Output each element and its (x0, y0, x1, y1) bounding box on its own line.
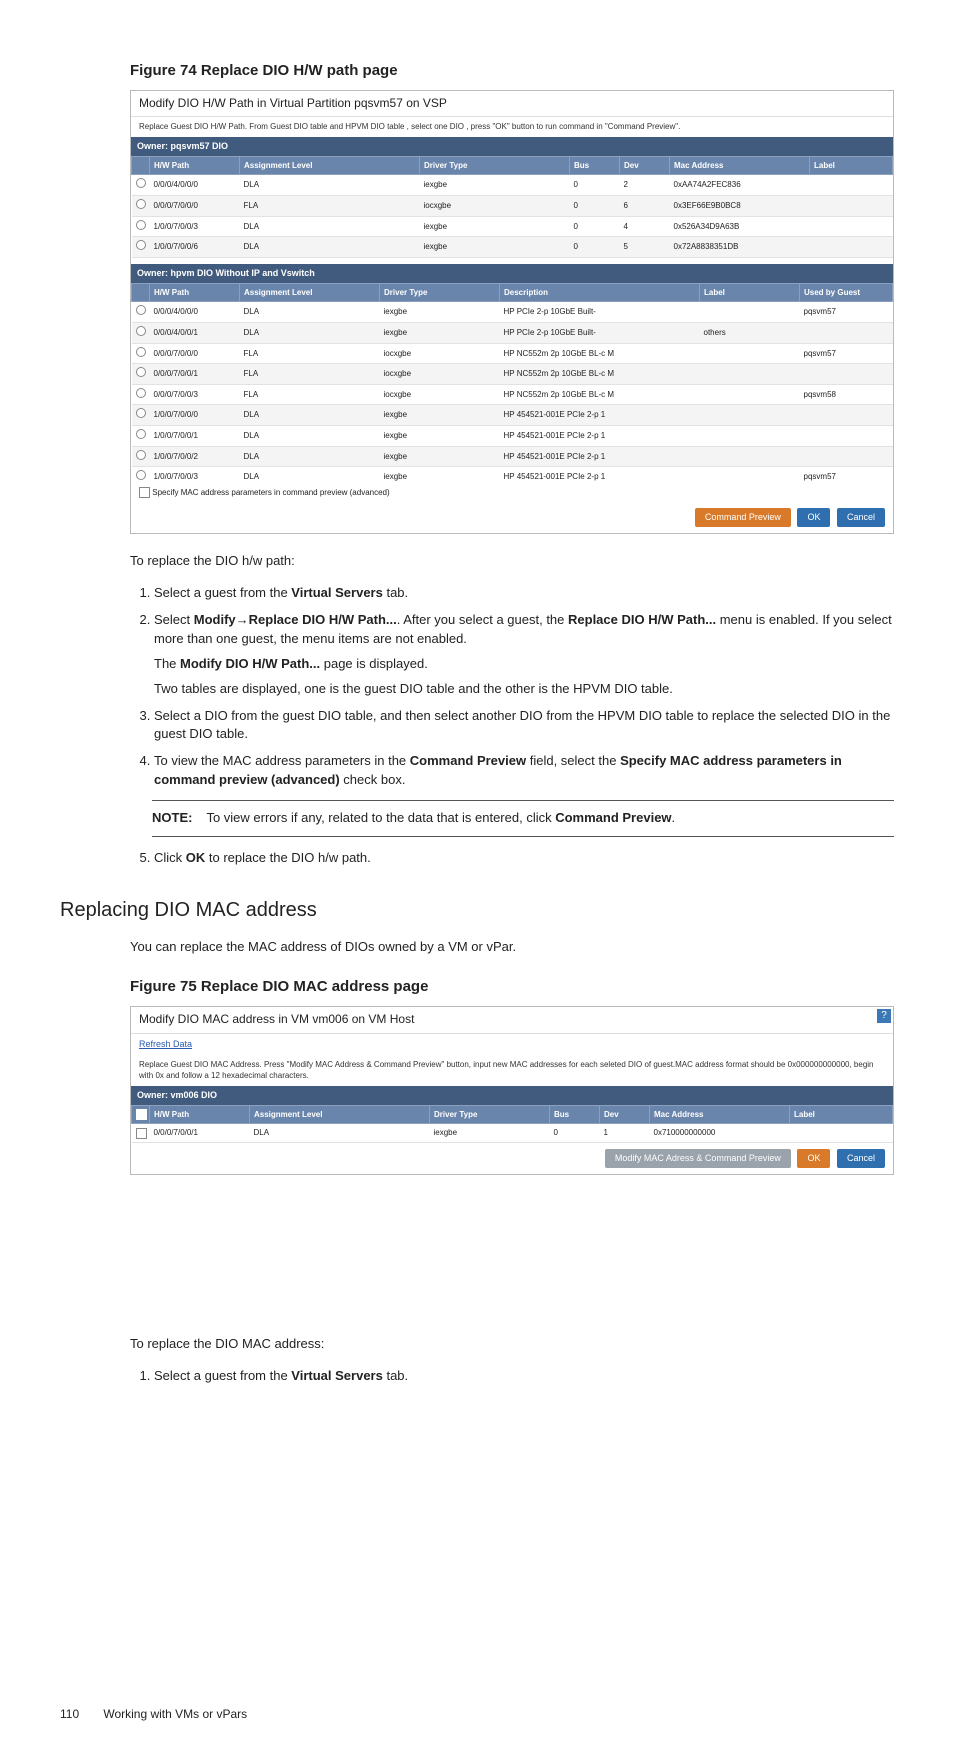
ok-button-75[interactable]: OK (797, 1149, 830, 1168)
table-row[interactable]: 1/0/0/7/0/0/1DLAiexgbeHP 454521-001E PCI… (132, 425, 893, 446)
row-radio[interactable] (136, 220, 146, 230)
col75-chk[interactable] (132, 1105, 150, 1124)
col75-hwpath[interactable]: H/W Path (150, 1105, 250, 1124)
col75-asg[interactable]: Assignment Level (250, 1105, 430, 1124)
col-bus[interactable]: Bus (570, 156, 620, 175)
col75-bus[interactable]: Bus (550, 1105, 600, 1124)
step-4: To view the MAC address parameters in th… (154, 752, 894, 790)
cancel-button[interactable]: Cancel (837, 508, 885, 527)
col75-label[interactable]: Label (790, 1105, 893, 1124)
col2-radio (132, 283, 150, 302)
lead-para-1: To replace the DIO h/w path: (130, 552, 894, 571)
owner-bar-75: Owner: vm006 DIO (131, 1086, 893, 1105)
col-radio (132, 156, 150, 175)
section-replacing-dio-mac: Replacing DIO MAC address (60, 896, 894, 925)
table-row[interactable]: 0/0/0/7/0/0/1FLAiocxgbeHP NC552m 2p 10Gb… (132, 364, 893, 385)
advanced-checkbox[interactable] (139, 487, 150, 498)
table-row[interactable]: 0/0/0/7/0/0/3FLAiocxgbeHP NC552m 2p 10Gb… (132, 384, 893, 405)
owner-bar-2: Owner: hpvm DIO Without IP and Vswitch (131, 264, 893, 283)
col-label[interactable]: Label (810, 156, 893, 175)
col2-desc[interactable]: Description (500, 283, 700, 302)
table-row[interactable]: 0/0/0/4/0/0/1DLAiexgbeHP PCIe 2-p 10GbE … (132, 322, 893, 343)
advanced-label: Specify MAC address parameters in comman… (152, 488, 389, 497)
owner-bar-1: Owner: pqsvm57 DIO (131, 137, 893, 156)
col-hwpath[interactable]: H/W Path (150, 156, 240, 175)
cancel-button-75[interactable]: Cancel (837, 1149, 885, 1168)
command-preview-button[interactable]: Command Preview (695, 508, 791, 527)
row-radio[interactable] (136, 199, 146, 209)
row-checkbox[interactable] (136, 1128, 147, 1139)
hpvm-dio-table: H/W Path Assignment Level Driver Type De… (131, 283, 893, 483)
guest-dio-table: H/W Path Assignment Level Driver Type Bu… (131, 156, 893, 258)
col75-drv[interactable]: Driver Type (430, 1105, 550, 1124)
step-1: Select a guest from the Virtual Servers … (154, 584, 894, 603)
col2-label[interactable]: Label (700, 283, 800, 302)
table-row[interactable]: 1/0/0/7/0/0/2DLAiexgbeHP 454521-001E PCI… (132, 446, 893, 467)
dialog-instruction-75: Replace Guest DIO MAC Address. Press "Mo… (131, 1055, 893, 1086)
col2-used[interactable]: Used by Guest (800, 283, 893, 302)
table-row[interactable]: 1/0/0/7/0/0/6DLAiexgbe050x72A8838351DB (132, 237, 893, 258)
col-mac[interactable]: Mac Address (670, 156, 810, 175)
table-row[interactable]: 1/0/0/7/0/0/3DLAiexgbeHP 454521-001E PCI… (132, 467, 893, 483)
row-radio[interactable] (136, 408, 146, 418)
figure74-panel: Modify DIO H/W Path in Virtual Partition… (130, 90, 894, 535)
page-number: 110 (60, 1706, 100, 1723)
col-dev[interactable]: Dev (620, 156, 670, 175)
table-row[interactable]: 1/0/0/7/0/0/3DLAiexgbe040x526A34D9A63B (132, 216, 893, 237)
dialog-title-74: Modify DIO H/W Path in Virtual Partition… (131, 91, 893, 117)
table-row[interactable]: 0/0/0/7/0/0/0FLAiocxgbe060x3EF66E9B0BC8 (132, 195, 893, 216)
ok-button[interactable]: OK (797, 508, 830, 527)
col2-asg[interactable]: Assignment Level (240, 283, 380, 302)
modify-mac-preview-button[interactable]: Modify MAC Adress & Command Preview (605, 1149, 791, 1168)
lead-para-2: To replace the DIO MAC address: (130, 1335, 894, 1354)
mac-dio-table: H/W Path Assignment Level Driver Type Bu… (131, 1105, 893, 1143)
section2-lead: You can replace the MAC address of DIOs … (130, 938, 894, 957)
row-radio[interactable] (136, 178, 146, 188)
dialog-instruction-74: Replace Guest DIO H/W Path. From Guest D… (131, 117, 893, 137)
row-radio[interactable] (136, 470, 146, 480)
dialog-title-75: Modify DIO MAC address in VM vm006 on VM… (131, 1007, 893, 1033)
help-icon[interactable]: ? (877, 1009, 891, 1023)
table-row[interactable]: 0/0/0/4/0/0/0DLAiexgbeHP PCIe 2-p 10GbE … (132, 302, 893, 323)
figure74-caption: Figure 74 Replace DIO H/W path page (130, 60, 894, 82)
note-block: NOTE:To view errors if any, related to t… (152, 800, 894, 837)
step-3: Select a DIO from the guest DIO table, a… (154, 707, 894, 745)
step-b1: Select a guest from the Virtual Servers … (154, 1367, 894, 1386)
row-radio[interactable] (136, 240, 146, 250)
chapter-title: Working with VMs or vPars (103, 1707, 247, 1721)
col-asg[interactable]: Assignment Level (240, 156, 420, 175)
figure75-panel: ? Modify DIO MAC address in VM vm006 on … (130, 1006, 894, 1175)
col75-dev[interactable]: Dev (600, 1105, 650, 1124)
row-radio[interactable] (136, 305, 146, 315)
col75-mac[interactable]: Mac Address (650, 1105, 790, 1124)
table-row[interactable]: 0/0/0/4/0/0/0DLAiexgbe020xAA74A2FEC836 (132, 175, 893, 196)
table-row[interactable]: 0/0/0/7/0/0/1 DLA iexgbe 0 1 0x710000000… (132, 1124, 893, 1143)
row-radio[interactable] (136, 326, 146, 336)
col2-hwpath[interactable]: H/W Path (150, 283, 240, 302)
row-radio[interactable] (136, 429, 146, 439)
col2-drv[interactable]: Driver Type (380, 283, 500, 302)
step-5: Click OK to replace the DIO h/w path. (154, 849, 894, 868)
page-footer: 110 Working with VMs or vPars (60, 1706, 894, 1723)
row-radio[interactable] (136, 388, 146, 398)
refresh-data-link[interactable]: Refresh Data (131, 1034, 200, 1055)
step-2: Select Modify→Replace DIO H/W Path.... A… (154, 611, 894, 698)
row-radio[interactable] (136, 347, 146, 357)
col-drv[interactable]: Driver Type (420, 156, 570, 175)
row-radio[interactable] (136, 450, 146, 460)
figure75-caption: Figure 75 Replace DIO MAC address page (130, 976, 894, 998)
table-row[interactable]: 1/0/0/7/0/0/0DLAiexgbeHP 454521-001E PCI… (132, 405, 893, 426)
table-row[interactable]: 0/0/0/7/0/0/0FLAiocxgbeHP NC552m 2p 10Gb… (132, 343, 893, 364)
row-radio[interactable] (136, 367, 146, 377)
